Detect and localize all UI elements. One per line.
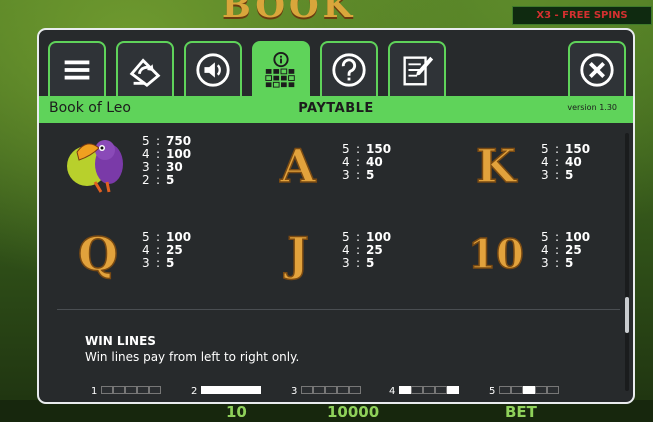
notepad-icon — [403, 56, 434, 86]
win-line-cell — [149, 386, 162, 394]
tab-autoplay[interactable] — [116, 41, 174, 97]
version-label: version 1.30 — [567, 103, 617, 112]
win-line-cell — [411, 386, 424, 394]
info-grid-icon — [265, 51, 295, 88]
bottom-value-1: 10 — [226, 403, 247, 421]
tab-close[interactable] — [568, 41, 626, 97]
paytable-content: 5:750 4:100 3:30 2:5 A 5:150 4:40 3:5 K … — [39, 123, 633, 402]
section-divider — [57, 309, 620, 310]
tab-sound[interactable] — [184, 41, 242, 97]
win-line-cell — [337, 386, 350, 394]
win-line-cell — [325, 386, 338, 394]
number-ten-pays: 5:100 4:25 3:5 — [541, 230, 591, 270]
win-line-cell — [201, 386, 214, 394]
letter-a-pays: 5:150 4:40 3:5 — [342, 142, 392, 182]
svg-text:J: J — [283, 227, 309, 281]
win-lines-list: 1 2 3 4 5 — [91, 386, 611, 402]
autoplay-icon — [129, 58, 161, 88]
question-icon — [332, 53, 366, 87]
win-line-1: 1 — [91, 386, 162, 397]
win-lines-title: WIN LINES — [85, 334, 156, 348]
scrollbar[interactable] — [625, 133, 629, 391]
win-line-cell — [349, 386, 362, 394]
svg-text:10: 10 — [468, 231, 524, 278]
bottom-value-2: 10000 — [327, 403, 380, 421]
speaker-icon — [196, 53, 230, 87]
tab-history[interactable] — [388, 41, 446, 97]
win-line-cell — [113, 386, 126, 394]
tab-help[interactable] — [320, 41, 378, 97]
win-line-cell — [547, 386, 560, 394]
svg-text:K: K — [476, 139, 518, 193]
win-line-cell — [435, 386, 448, 394]
game-logo: BOOK LEO — [222, 0, 357, 66]
paytable-modal: Book of Leo PAYTABLE version 1.30 5:750 … — [37, 28, 635, 404]
win-lines-description: Win lines pay from left to right only. — [85, 350, 300, 364]
close-icon — [580, 53, 614, 87]
letter-a-symbol-icon: A — [278, 138, 318, 194]
win-line-cell — [225, 386, 238, 394]
toucan-pays: 5:750 4:100 3:30 2:5 — [142, 134, 192, 187]
win-line-cell — [447, 386, 460, 394]
win-line-cell — [125, 386, 138, 394]
letter-j-pays: 5:100 4:25 3:5 — [342, 230, 392, 270]
win-line-cell — [511, 386, 524, 394]
win-line-cell — [423, 386, 436, 394]
win-line-cell — [137, 386, 150, 394]
svg-text:A: A — [279, 139, 317, 193]
page-title: PAYTABLE — [298, 101, 374, 116]
paytable-header: Book of Leo PAYTABLE version 1.30 — [39, 96, 633, 123]
win-line-cell — [213, 386, 226, 394]
letter-q-pays: 5:100 4:25 3:5 — [142, 230, 192, 270]
win-line-cell — [301, 386, 314, 394]
win-line-cell — [399, 386, 412, 394]
tab-paytable[interactable] — [252, 41, 310, 97]
letter-j-symbol-icon: J — [282, 226, 309, 282]
win-line-3: 3 — [291, 386, 362, 397]
scrollbar-thumb[interactable] — [625, 297, 629, 333]
win-line-2: 2 — [191, 386, 262, 397]
win-line-cell — [499, 386, 512, 394]
hamburger-icon — [64, 60, 90, 80]
win-line-cell — [237, 386, 250, 394]
win-line-cell — [523, 386, 536, 394]
number-ten-symbol-icon: 10 — [467, 230, 524, 279]
letter-k-symbol-icon: K — [475, 138, 519, 194]
toucan-symbol-icon — [67, 140, 123, 193]
tab-menu[interactable] — [48, 41, 106, 97]
tab-bar — [39, 30, 633, 97]
win-line-4: 4 — [389, 386, 460, 397]
bottom-value-3: BET — [505, 403, 537, 421]
win-line-cell — [101, 386, 114, 394]
win-line-cell — [535, 386, 548, 394]
svg-text:Q: Q — [78, 227, 118, 281]
win-line-cell — [249, 386, 262, 394]
win-line-cell — [313, 386, 326, 394]
letter-k-pays: 5:150 4:40 3:5 — [541, 142, 591, 182]
win-line-5: 5 — [489, 386, 560, 397]
free-spins-banner: X3 - FREE SPINS — [512, 6, 652, 25]
letter-q-symbol-icon: Q — [77, 226, 119, 282]
